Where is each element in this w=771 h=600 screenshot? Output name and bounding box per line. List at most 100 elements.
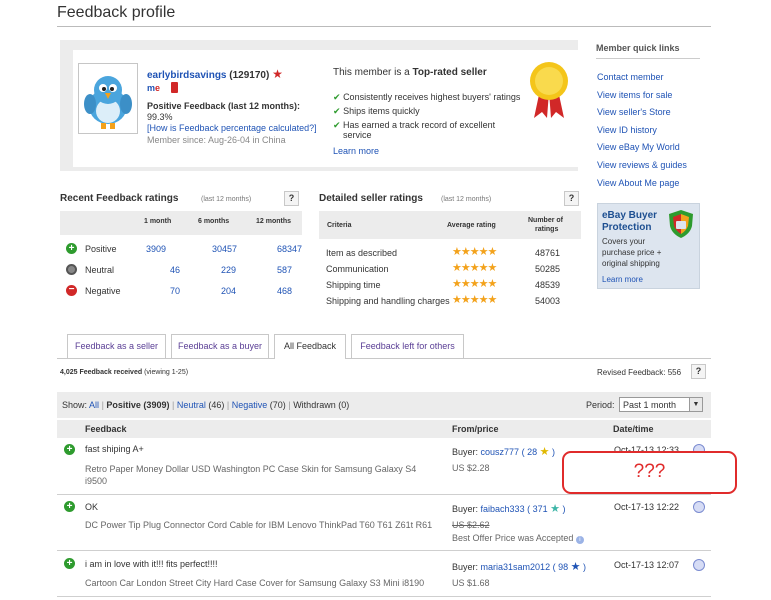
- star-icon: ★: [460, 246, 471, 258]
- benefit-item: ✔ Consistently receives highest buyers' …: [333, 92, 520, 103]
- feedback-item-title[interactable]: Cartoon Car London Street City Hard Case…: [85, 578, 424, 588]
- contact-member-link[interactable]: Contact member: [597, 72, 664, 82]
- view-id-history-link[interactable]: View ID history: [597, 125, 657, 135]
- quick-links-title: Member quick links: [596, 43, 680, 53]
- me-badge-m: m: [147, 83, 156, 93]
- checkmark-icon: ✔: [333, 92, 341, 102]
- tab-feedback-left-for-others[interactable]: Feedback left for others: [351, 334, 464, 358]
- positive-icon: +: [64, 444, 75, 455]
- member-since: Member since: Aug-26-04 in China: [147, 135, 286, 145]
- dsr-title: Detailed seller ratings: [319, 193, 423, 204]
- buyer-protection-promo[interactable]: eBay Buyer Protection Covers your purcha…: [597, 203, 700, 289]
- star-icon: ★: [487, 246, 498, 258]
- view-reviews-link[interactable]: View reviews & guides: [597, 160, 687, 170]
- view-store-link[interactable]: View seller's Store: [597, 107, 671, 117]
- filter-neutral-count: (46): [208, 400, 225, 410]
- feedback-date: Oct-17-13 12:07: [614, 560, 680, 570]
- blue-star-icon: ★: [570, 561, 581, 573]
- yellow-star-icon: ★: [539, 446, 550, 458]
- rating-count-link[interactable]: 30457: [212, 244, 237, 254]
- promo-title-line2: Protection: [602, 222, 652, 233]
- star-icon: ★: [469, 294, 480, 306]
- positive-icon: +: [64, 501, 75, 512]
- active-tab-cover: [275, 357, 345, 359]
- buyer-score[interactable]: ( 371 ★ ): [527, 503, 565, 515]
- rating-count-link[interactable]: 3909: [146, 244, 166, 254]
- feedback-comment: OK: [85, 502, 99, 512]
- rating-count-link[interactable]: 468: [277, 286, 292, 296]
- dsr-stars: ★★★★★: [452, 245, 498, 258]
- col-from-price: From/price: [452, 424, 499, 434]
- member-name-line: earlybirdsavings (129170) ★: [147, 67, 283, 81]
- page-title: Feedback profile: [57, 4, 176, 21]
- me-badge-e: e: [155, 83, 161, 93]
- rating-count-link[interactable]: 229: [221, 265, 236, 275]
- member-avatar[interactable]: [78, 63, 138, 134]
- rating-count-link[interactable]: 46: [170, 265, 180, 275]
- feedback-comment: i am in love with it!!! fits perfect!!!!: [85, 559, 218, 569]
- filter-all-link[interactable]: All: [89, 400, 99, 410]
- item-details-icon[interactable]: [693, 559, 705, 571]
- view-my-world-link[interactable]: View eBay My World: [597, 142, 680, 152]
- star-icon: ★: [452, 262, 462, 274]
- feedback-calc-link[interactable]: [How is Feedback percentage calculated?]: [147, 123, 317, 133]
- period-select[interactable]: Past 1 month ▼: [619, 397, 703, 412]
- recent-ratings-header: 1 month 6 months 12 months: [60, 211, 302, 235]
- tab-feedback-as-seller[interactable]: Feedback as a seller: [67, 334, 166, 358]
- buyer-score-value: 371: [532, 504, 548, 514]
- filter-negative-count: (70): [269, 400, 286, 410]
- buyer-link[interactable]: maria31sam2012: [481, 562, 551, 572]
- buyer-info: Buyer: faibach333 ( 371 ★ ): [452, 502, 566, 515]
- top-rated-seal-icon: [528, 60, 570, 122]
- buyer-score[interactable]: ( 98 ★ ): [553, 561, 586, 573]
- store-badge-icon: [171, 82, 178, 93]
- revised-help-button[interactable]: ?: [691, 364, 706, 379]
- tabs-baseline: [57, 358, 711, 359]
- promo-learn-more[interactable]: Learn more: [602, 275, 643, 284]
- top-rated-learn-more[interactable]: Learn more: [333, 146, 379, 156]
- recent-ratings-period: (last 12 months): [201, 196, 252, 203]
- view-about-me-link[interactable]: View About Me page: [597, 178, 679, 188]
- dsr-help-button[interactable]: ?: [564, 191, 579, 206]
- checkmark-icon: ✔: [333, 106, 341, 116]
- dsr-count: 48761: [535, 248, 561, 258]
- filter-neutral-link[interactable]: Neutral: [177, 400, 206, 410]
- member-feedback-score[interactable]: 129170: [233, 70, 266, 81]
- info-icon[interactable]: i: [575, 536, 584, 544]
- recent-ratings-help-button[interactable]: ?: [284, 191, 299, 206]
- dsr-criteria: Item as described: [326, 248, 398, 258]
- star-icon: ★: [460, 278, 471, 290]
- tab-all-feedback[interactable]: All Feedback: [274, 334, 346, 359]
- rating-count-link[interactable]: 68347: [277, 244, 302, 254]
- buyer-link[interactable]: cousz777: [481, 447, 520, 457]
- feedback-item-title[interactable]: DC Power Tip Plug Connector Cord Cable f…: [85, 520, 432, 530]
- dsr-stars: ★★★★★: [452, 277, 498, 290]
- rating-count-link[interactable]: 70: [170, 286, 180, 296]
- show-filters: Show: All | Positive (3909) | Neutral (4…: [62, 400, 349, 410]
- member-username-link[interactable]: earlybirdsavings: [147, 70, 226, 81]
- star-icon: ★: [452, 246, 462, 258]
- star-icon: ★: [478, 278, 489, 290]
- filter-withdrawn: Withdrawn (0): [293, 400, 350, 410]
- buyer-score[interactable]: ( 28 ★ ): [522, 446, 555, 458]
- dsr-criteria: Shipping time: [326, 280, 381, 290]
- score-close-paren: ): [265, 70, 270, 81]
- star-icon: ★: [452, 278, 462, 290]
- star-icon: ★: [487, 278, 498, 290]
- dsr-col-criteria: Criteria: [327, 222, 352, 229]
- period-select-value: Past 1 month: [623, 400, 677, 410]
- received-text: 4,025 Feedback received: [60, 369, 143, 376]
- rating-count-link[interactable]: 204: [221, 286, 236, 296]
- filter-negative-link[interactable]: Negative: [232, 400, 268, 410]
- buyer-label: Buyer:: [452, 447, 479, 457]
- item-details-icon[interactable]: [693, 501, 705, 513]
- tab-feedback-as-buyer[interactable]: Feedback as a buyer: [171, 334, 269, 358]
- benefit-item: ✔ Ships items quickly: [333, 106, 420, 117]
- col-6-months: 6 months: [198, 218, 230, 225]
- positive-feedback-value: 99.3%: [147, 112, 173, 122]
- buyer-link[interactable]: faibach333: [481, 504, 525, 514]
- rating-count-link[interactable]: 587: [277, 265, 292, 275]
- view-items-link[interactable]: View items for sale: [597, 90, 672, 100]
- recent-ratings-title: Recent Feedback ratings: [60, 193, 179, 204]
- feedback-item-title[interactable]: Retro Paper Money Dollar USD Washington …: [85, 463, 435, 487]
